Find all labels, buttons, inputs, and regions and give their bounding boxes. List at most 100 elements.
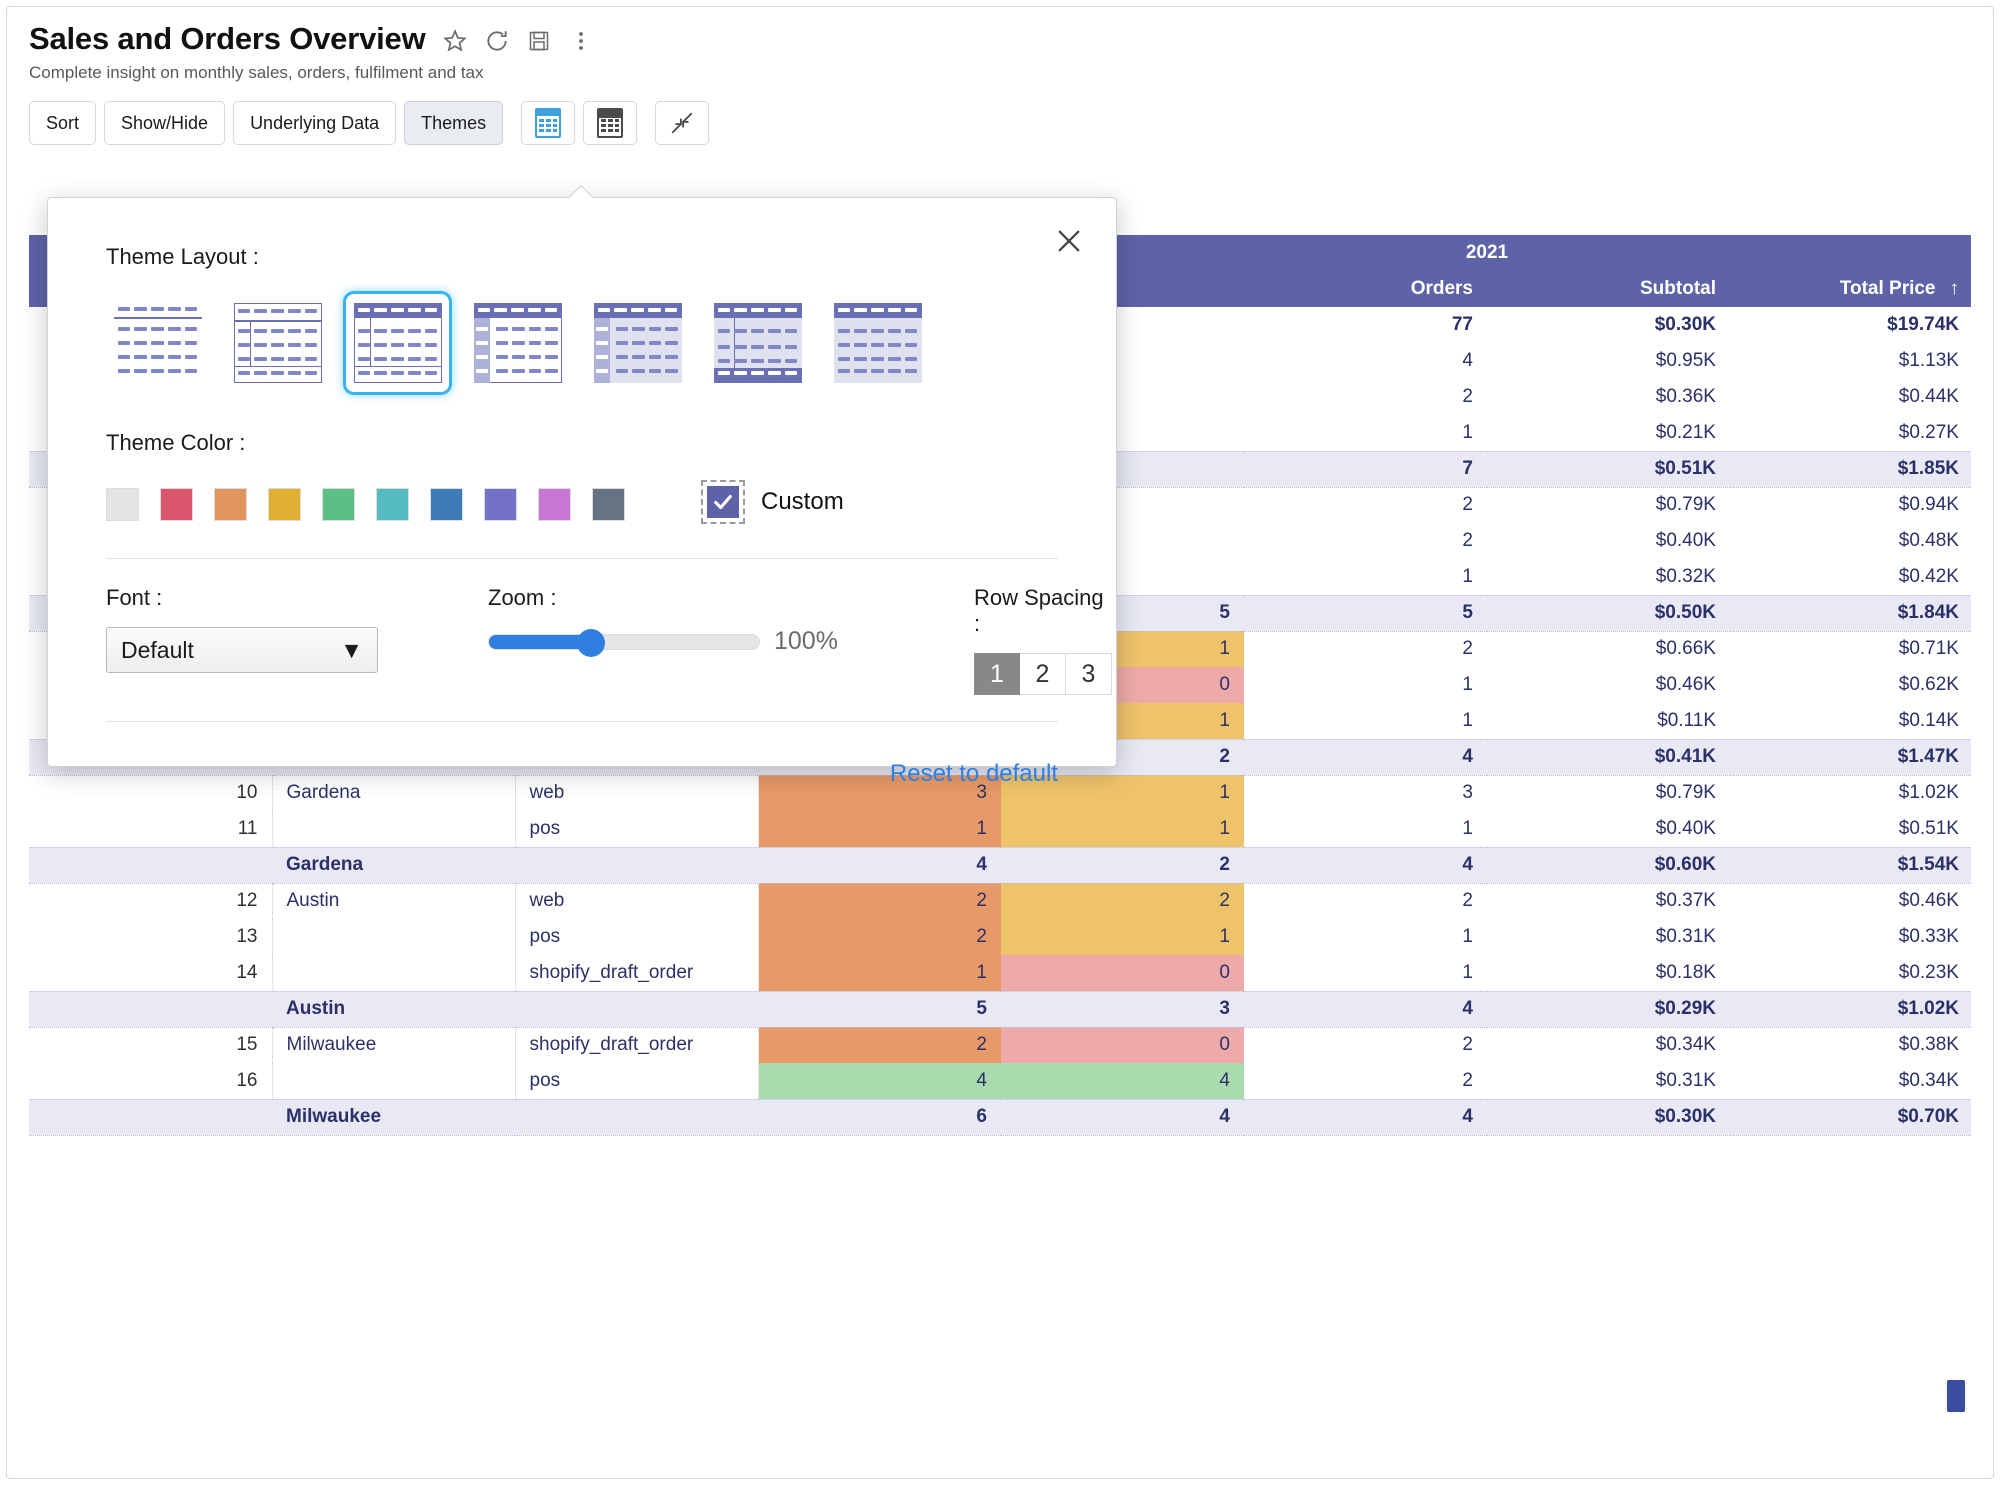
subtotal-row[interactable]: Austin534$0.29K$1.02K xyxy=(29,991,1971,1027)
cell-index: 13 xyxy=(29,919,272,955)
theme-color-swatch-6[interactable] xyxy=(376,488,409,521)
table-row[interactable]: 15Milwaukeeshopify_draft_order202$0.34K$… xyxy=(29,1027,1971,1063)
cell-channel: shopify_draft_order xyxy=(515,955,758,991)
custom-checkbox[interactable] xyxy=(701,480,745,524)
theme-layout-5[interactable] xyxy=(586,294,689,392)
cell-orders: 2 xyxy=(1244,523,1487,559)
cell-channel: pos xyxy=(515,811,758,847)
cell-orders: 1 xyxy=(1244,811,1487,847)
custom-color-option[interactable]: Custom xyxy=(701,480,844,524)
divider-2 xyxy=(106,721,1058,722)
cell-orders: 3 xyxy=(1244,775,1487,811)
cell-metric-a: 1 xyxy=(758,811,1001,847)
theme-layout-4[interactable] xyxy=(466,294,569,392)
sort-ascending-icon[interactable]: ↑ xyxy=(1950,278,1960,300)
theme-color-swatch-5[interactable] xyxy=(322,488,355,521)
subtotal-row[interactable]: Milwaukee644$0.30K$0.70K xyxy=(29,1099,1971,1135)
collapse-all-icon xyxy=(669,110,695,136)
close-icon[interactable] xyxy=(1052,224,1086,258)
star-icon[interactable] xyxy=(442,28,468,54)
theme-layout-2[interactable] xyxy=(226,294,329,392)
cell-subtotal: $0.95K xyxy=(1487,343,1730,379)
subtotal-row[interactable]: Gardena424$0.60K$1.54K xyxy=(29,847,1971,883)
cell-subtotal: $0.40K xyxy=(1487,523,1730,559)
table-row[interactable]: 16pos442$0.31K$0.34K xyxy=(29,1063,1971,1099)
zoom-slider[interactable] xyxy=(488,634,760,650)
cell-orders: 1 xyxy=(1244,919,1487,955)
theme-color-swatch-7[interactable] xyxy=(430,488,463,521)
table-row[interactable]: 14shopify_draft_order101$0.18K$0.23K xyxy=(29,955,1971,991)
cell-total-price: $0.27K xyxy=(1730,415,1971,451)
more-options-icon[interactable] xyxy=(568,28,594,54)
cell-total-price: $0.70K xyxy=(1730,1099,1971,1135)
cell-total-price: $0.23K xyxy=(1730,955,1971,991)
show-hide-button[interactable]: Show/Hide xyxy=(104,101,225,145)
themes-button[interactable]: Themes xyxy=(404,101,503,145)
cell-total-price: $0.38K xyxy=(1730,1027,1971,1063)
theme-color-swatches xyxy=(106,488,625,521)
cell-orders: 2 xyxy=(1244,883,1487,919)
theme-color-swatch-4[interactable] xyxy=(268,488,301,521)
calculator-view-button[interactable] xyxy=(583,101,637,145)
popover-arrow xyxy=(568,185,594,198)
row-spacing-option-2[interactable]: 2 xyxy=(1020,653,1066,695)
theme-color-swatch-9[interactable] xyxy=(538,488,571,521)
table-row[interactable]: 12Austinweb222$0.37K$0.46K xyxy=(29,883,1971,919)
font-select[interactable]: Default ▼ xyxy=(106,627,378,673)
theme-color-swatch-8[interactable] xyxy=(484,488,517,521)
cell-index xyxy=(29,847,272,883)
header-orders[interactable]: Orders xyxy=(1244,271,1487,307)
divider xyxy=(106,558,1058,559)
cell-subtotal: $0.31K xyxy=(1487,1063,1730,1099)
theme-layout-3[interactable] xyxy=(346,294,449,392)
header-subtotal[interactable]: Subtotal xyxy=(1487,271,1730,307)
cell-total-price: $0.51K xyxy=(1730,811,1971,847)
reset-to-default-link[interactable]: Reset to default xyxy=(890,760,1058,788)
cell-index xyxy=(29,1099,272,1135)
collapse-all-button[interactable] xyxy=(655,101,709,145)
cell-orders: 1 xyxy=(1244,703,1487,739)
cell-metric-b: 4 xyxy=(1001,1099,1244,1135)
cell-orders: 4 xyxy=(1244,991,1487,1027)
theme-color-label: Theme Color : xyxy=(106,430,1058,456)
cell-subtotal: $0.31K xyxy=(1487,919,1730,955)
table-row[interactable]: 13pos211$0.31K$0.33K xyxy=(29,919,1971,955)
cell-total-price: $0.14K xyxy=(1730,703,1971,739)
cell-subtotal: $0.79K xyxy=(1487,487,1730,523)
save-icon[interactable] xyxy=(526,28,552,54)
cell-total-price: $0.62K xyxy=(1730,667,1971,703)
cell-channel: pos xyxy=(515,919,758,955)
row-spacing-option-1[interactable]: 1 xyxy=(974,653,1020,695)
cell-subtotal: $0.51K xyxy=(1487,451,1730,487)
layout-header-band-icon xyxy=(354,303,442,383)
cell-total-price: $0.48K xyxy=(1730,523,1971,559)
theme-color-swatch-1[interactable] xyxy=(106,488,139,521)
table-row[interactable]: 11pos111$0.40K$0.51K xyxy=(29,811,1971,847)
sort-button[interactable]: Sort xyxy=(29,101,96,145)
cell-total-price: $1.02K xyxy=(1730,991,1971,1027)
cell-total-price: $1.47K xyxy=(1730,739,1971,775)
cell-total-price: $0.34K xyxy=(1730,1063,1971,1099)
underlying-data-button[interactable]: Underlying Data xyxy=(233,101,396,145)
cell-subtotal: $0.37K xyxy=(1487,883,1730,919)
cell-index: 16 xyxy=(29,1063,272,1099)
cell-metric-a: 2 xyxy=(758,1027,1001,1063)
zoom-slider-handle[interactable] xyxy=(577,629,605,657)
header-year: 2021 xyxy=(1001,235,1971,271)
cell-subtotal: $0.11K xyxy=(1487,703,1730,739)
header-total-price[interactable]: Total Price↑ xyxy=(1730,271,1971,307)
theme-layout-1[interactable] xyxy=(106,294,209,392)
table-view-button[interactable] xyxy=(521,101,575,145)
cell-channel: web xyxy=(515,883,758,919)
theme-color-swatch-3[interactable] xyxy=(214,488,247,521)
theme-layout-6[interactable] xyxy=(706,294,809,392)
theme-layout-label: Theme Layout : xyxy=(106,244,1058,270)
cell-metric-a: 5 xyxy=(758,991,1001,1027)
row-spacing-option-3[interactable]: 3 xyxy=(1066,653,1112,695)
cell-orders: 2 xyxy=(1244,379,1487,415)
theme-color-swatch-10[interactable] xyxy=(592,488,625,521)
refresh-icon[interactable] xyxy=(484,28,510,54)
theme-layout-7[interactable] xyxy=(826,294,929,392)
theme-color-swatch-2[interactable] xyxy=(160,488,193,521)
scroll-handle[interactable] xyxy=(1947,1380,1965,1412)
